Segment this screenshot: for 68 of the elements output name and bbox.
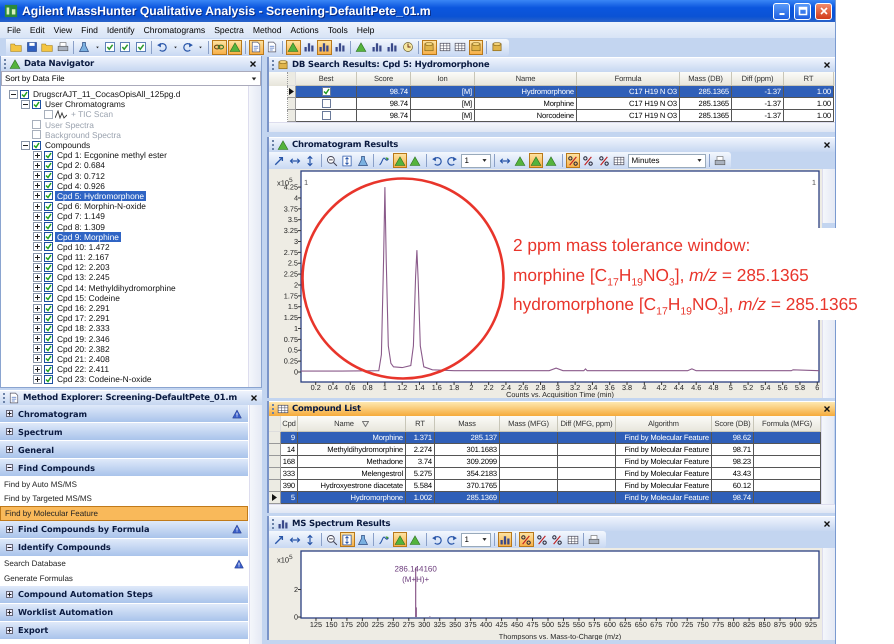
tree-item[interactable]: Cpd 9: Morphine: [55, 232, 121, 242]
section-header[interactable]: Export: [0, 622, 248, 640]
tree-item[interactable]: User Chromatograms: [43, 99, 128, 110]
tree-item[interactable]: Cpd 7: 1.149: [55, 211, 107, 222]
menu-item[interactable]: Help: [356, 25, 374, 35]
menu-item[interactable]: View: [54, 25, 72, 35]
panel-title: Data Navigator: [24, 59, 96, 69]
section-header[interactable]: General: [0, 441, 248, 459]
tree-item[interactable]: Cpd 4: 0.926: [55, 180, 107, 191]
callout-text: hydromorphone [C$_{17}$H$_{19}$NO$_{3}$], m/z = 285.1365: [513, 293, 858, 320]
section-header[interactable]: Chromatogram: [0, 405, 248, 423]
explorer-item[interactable]: Find by Molecular Feature: [0, 506, 248, 520]
menu-item[interactable]: Actions: [290, 25, 319, 35]
menu-item[interactable]: Tools: [328, 25, 348, 35]
menu-item[interactable]: Chromatograms: [144, 25, 206, 35]
tree-item[interactable]: Compounds: [43, 140, 92, 150]
panel-title: DB Search Results: Cpd 5: Hydromorphone: [292, 60, 490, 70]
tree-item[interactable]: Cpd 8: 1.309: [55, 222, 107, 232]
menu-item[interactable]: Edit: [30, 25, 45, 35]
dropdown[interactable]: 1: [460, 154, 490, 168]
explorer-item[interactable]: Generate Formulas: [0, 571, 248, 586]
tree-item[interactable]: Cpd 22: 2.411: [55, 364, 111, 374]
tree-item[interactable]: Cpd 5: Hydromorphone: [55, 190, 146, 201]
tree-item[interactable]: Cpd 17: 2.291: [55, 313, 112, 324]
explorer-item[interactable]: Find by Auto MS/MS: [0, 477, 248, 492]
panel-title: Compound List: [292, 404, 362, 414]
tree-item[interactable]: Cpd 10: 1.472: [55, 242, 112, 252]
tree-item[interactable]: Cpd 3: 0.712: [55, 170, 107, 181]
tree-item[interactable]: Cpd 15: Codeine: [55, 292, 122, 303]
tree-item[interactable]: Cpd 21: 2.408: [55, 354, 112, 364]
tree-item[interactable]: Cpd 2: 0.684: [55, 160, 107, 170]
tree-item[interactable]: Cpd 14: Methyldihydromorphine: [55, 282, 178, 293]
tree-item[interactable]: Cpd 19: 2.346: [55, 334, 112, 344]
tree-item[interactable]: DrugscrAJT_11_CocasOpisAll_125pg.d: [31, 89, 182, 100]
tree-item[interactable]: Cpd 11: 2.167: [55, 252, 111, 262]
tree-item[interactable]: Cpd 18: 2.333: [55, 323, 112, 334]
callout-text: morphine [C$_{17}$H$_{19}$NO$_{3}$], m/z = 285.1365: [513, 264, 809, 290]
tree-item[interactable]: Cpd 13: 2.245: [55, 272, 112, 282]
section-header[interactable]: Find Compounds by Formula: [0, 520, 248, 538]
dropdown-value: 1: [464, 156, 470, 165]
section-header[interactable]: Find Compounds: [0, 459, 248, 477]
panel-title: Chromatogram Results: [292, 140, 400, 150]
menu-item[interactable]: Spectra: [214, 25, 244, 35]
explorer-item[interactable]: Find by Targeted MS/MS: [0, 492, 248, 506]
section-header[interactable]: Identify Compounds: [0, 538, 248, 556]
tree-item[interactable]: Cpd 23: Codeine-N-oxide: [55, 374, 154, 384]
explorer-item[interactable]: Search Database: [0, 556, 248, 571]
dropdown-value: 1: [464, 535, 470, 544]
tree-item[interactable]: Cpd 20: 2.382: [55, 344, 112, 354]
dropdown-value: Minutes: [632, 156, 661, 165]
tree-item[interactable]: Cpd 16: 2.291: [55, 303, 112, 314]
section-header[interactable]: Compound Automation Steps: [0, 586, 248, 604]
sort-dropdown[interactable]: Sort by Data File: [1, 71, 261, 86]
panel-title: Method Explorer: Screening-DefaultPete_01.m: [23, 393, 238, 403]
section-header[interactable]: Spectrum: [0, 423, 248, 441]
tree-item[interactable]: Cpd 1: Ecgonine methyl ester: [55, 150, 169, 160]
callout-text: 2 ppm mass tolerance window:: [513, 234, 750, 257]
menu-item[interactable]: Find: [81, 25, 98, 35]
window-title: Agilent MassHunter Qualitative Analysis - Screening-DefaultPete_01.m: [22, 4, 432, 18]
dropdown[interactable]: 1: [460, 532, 490, 546]
menu-item[interactable]: Identify: [106, 25, 135, 35]
section-header[interactable]: Worklist Automation: [0, 604, 248, 622]
tree-item[interactable]: Cpd 6: Morphin-N-oxide: [55, 201, 148, 212]
panel-title: MS Spectrum Results: [292, 519, 392, 529]
menu-item[interactable]: Method: [252, 25, 282, 35]
menu-item[interactable]: File: [7, 25, 21, 35]
dropdown[interactable]: Minutes: [628, 154, 706, 168]
tree-item[interactable]: Cpd 12: 2.203: [55, 262, 112, 272]
